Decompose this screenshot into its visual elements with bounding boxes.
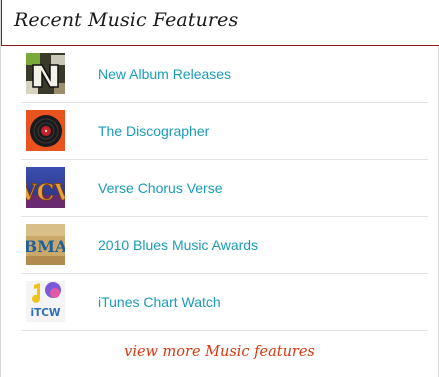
item-label[interactable]: Verse Chorus Verse <box>98 180 223 196</box>
list-item[interactable]: iTCW iTunes Chart Watch <box>21 274 428 331</box>
view-more-music-features-link[interactable]: view more Music features <box>1 344 438 360</box>
vinyl-record-icon[interactable] <box>26 110 65 151</box>
list-item[interactable]: BMA 2010 Blues Music Awards <box>21 217 428 274</box>
list-item[interactable]: The Discographer <box>21 103 428 160</box>
svg-text:BMA: BMA <box>26 237 65 256</box>
item-label[interactable]: New Album Releases <box>98 66 231 82</box>
itunes-chart-watch-icon[interactable]: iTCW <box>26 281 65 322</box>
list-item[interactable]: VCV Verse Chorus Verse <box>21 160 428 217</box>
item-label[interactable]: The Discographer <box>98 123 209 139</box>
new-album-releases-icon[interactable] <box>26 53 65 94</box>
verse-chorus-verse-icon[interactable]: VCV <box>26 167 65 208</box>
item-label[interactable]: 2010 Blues Music Awards <box>98 237 258 253</box>
list-item[interactable]: New Album Releases <box>21 46 428 103</box>
svg-text:iTCW: iTCW <box>30 307 60 319</box>
blues-music-awards-icon[interactable]: BMA <box>26 224 65 265</box>
svg-text:VCV: VCV <box>26 180 65 206</box>
widget-title: Recent Music Features <box>14 9 239 31</box>
recent-music-features-widget: Recent Music Features New Album Releases <box>0 0 439 377</box>
item-label[interactable]: iTunes Chart Watch <box>98 294 221 310</box>
widget-header: Recent Music Features <box>1 0 439 46</box>
feature-list: New Album Releases The Discographer VCV … <box>1 46 438 331</box>
